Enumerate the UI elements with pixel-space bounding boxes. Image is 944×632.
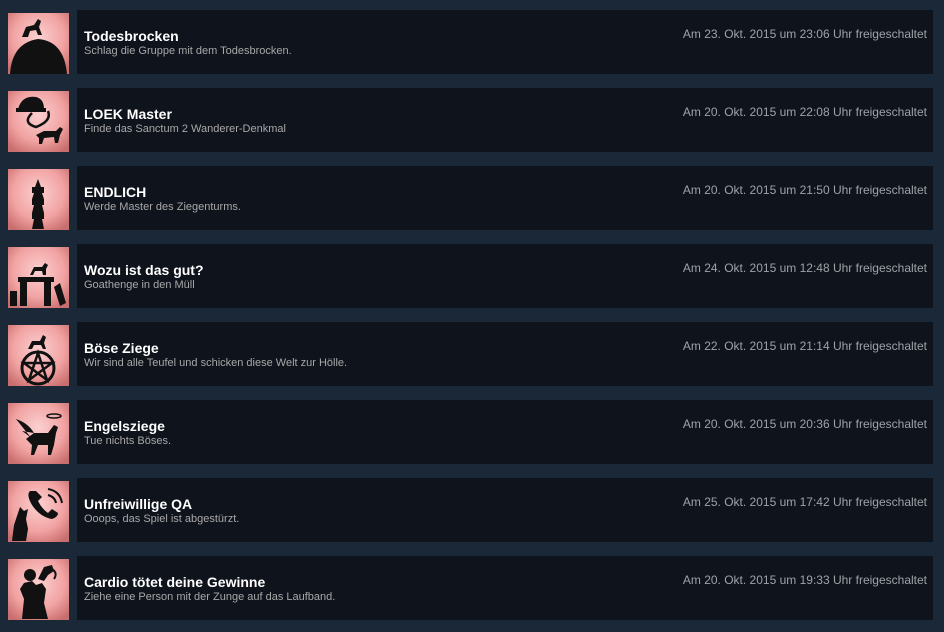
achievement-description: Tue nichts Böses. (84, 435, 172, 447)
achievement-title: Engelsziege (84, 418, 165, 434)
phone-cat-icon (8, 481, 69, 542)
achievement-unlock-date: Am 23. Okt. 2015 um 23:06 Uhr freigescha… (682, 27, 927, 41)
tower-icon (8, 169, 69, 230)
winged-goat-icon (8, 403, 69, 464)
achievement-row[interactable]: LOEK Master Finde das Sanctum 2 Wanderer… (0, 88, 944, 152)
achievement-row[interactable]: Wozu ist das gut? Goathenge in den Müll … (0, 244, 944, 308)
achievement-list: Todesbrocken Schlag die Gruppe mit dem T… (0, 0, 944, 632)
achievement-icon-box (8, 13, 69, 74)
achievement-description: Finde das Sanctum 2 Wanderer-Denkmal (84, 123, 286, 135)
achievement-row[interactable]: Engelsziege Tue nichts Böses. Am 20. Okt… (0, 400, 944, 464)
achievement-row[interactable]: Unfreiwillige QA Ooops, das Spiel ist ab… (0, 478, 944, 542)
achievement-row[interactable]: Cardio tötet deine Gewinne Ziehe eine Pe… (0, 556, 944, 620)
achievement-panel: Cardio tötet deine Gewinne Ziehe eine Pe… (77, 556, 933, 620)
achievement-description: Werde Master des Ziegenturms. (84, 201, 241, 213)
achievement-panel: Todesbrocken Schlag die Gruppe mit dem T… (77, 10, 933, 74)
achievement-panel: Wozu ist das gut? Goathenge in den Müll … (77, 244, 933, 308)
achievement-icon-box (8, 247, 69, 308)
achievement-unlock-date: Am 24. Okt. 2015 um 12:48 Uhr freigescha… (682, 261, 927, 275)
achievement-row[interactable]: Böse Ziege Wir sind alle Teufel und schi… (0, 322, 944, 386)
achievement-title: Böse Ziege (84, 340, 159, 356)
achievement-panel: Engelsziege Tue nichts Böses. Am 20. Okt… (77, 400, 933, 464)
achievement-panel: Unfreiwillige QA Ooops, das Spiel ist ab… (77, 478, 933, 542)
achievement-panel: Böse Ziege Wir sind alle Teufel und schi… (77, 322, 933, 386)
achievement-panel: LOEK Master Finde das Sanctum 2 Wanderer… (77, 88, 933, 152)
pentagram-goat-icon (8, 325, 69, 386)
achievement-icon-box (8, 169, 69, 230)
achievement-unlock-date: Am 25. Okt. 2015 um 17:42 Uhr freigescha… (682, 495, 927, 509)
achievement-unlock-date: Am 20. Okt. 2015 um 22:08 Uhr freigescha… (682, 105, 927, 119)
achievement-description: Ooops, das Spiel ist abgestürzt. (84, 513, 240, 525)
achievement-icon-box (8, 91, 69, 152)
achievement-title: Unfreiwillige QA (84, 496, 193, 512)
achievement-title: LOEK Master (84, 106, 172, 122)
achievement-icon-box (8, 559, 69, 620)
achievement-title: Wozu ist das gut? (84, 262, 204, 278)
achievement-unlock-date: Am 20. Okt. 2015 um 20:36 Uhr freigescha… (682, 417, 927, 431)
tongue-goat-icon (8, 559, 69, 620)
achievement-description: Goathenge in den Müll (84, 279, 195, 291)
achievement-panel: ENDLICH Werde Master des Ziegenturms. Am… (77, 166, 933, 230)
achievement-unlock-date: Am 20. Okt. 2015 um 21:50 Uhr freigescha… (682, 183, 927, 197)
rock-goat-icon (8, 13, 69, 74)
achievement-unlock-date: Am 22. Okt. 2015 um 21:14 Uhr freigescha… (682, 339, 927, 353)
achievement-row[interactable]: Todesbrocken Schlag die Gruppe mit dem T… (0, 10, 944, 74)
achievement-row[interactable]: ENDLICH Werde Master des Ziegenturms. Am… (0, 166, 944, 230)
helmet-goat-icon (8, 91, 69, 152)
achievement-description: Wir sind alle Teufel und schicken diese … (84, 357, 348, 369)
achievement-icon-box (8, 481, 69, 542)
achievement-title: ENDLICH (84, 184, 147, 200)
achievement-title: Todesbrocken (84, 28, 179, 44)
achievement-description: Schlag die Gruppe mit dem Todesbrocken. (84, 45, 292, 57)
achievement-title: Cardio tötet deine Gewinne (84, 574, 266, 590)
achievement-description: Ziehe eine Person mit der Zunge auf das … (84, 591, 336, 603)
achievement-unlock-date: Am 20. Okt. 2015 um 19:33 Uhr freigescha… (682, 573, 927, 587)
achievement-icon-box (8, 325, 69, 386)
goathenge-icon (8, 247, 69, 308)
achievement-icon-box (8, 403, 69, 464)
